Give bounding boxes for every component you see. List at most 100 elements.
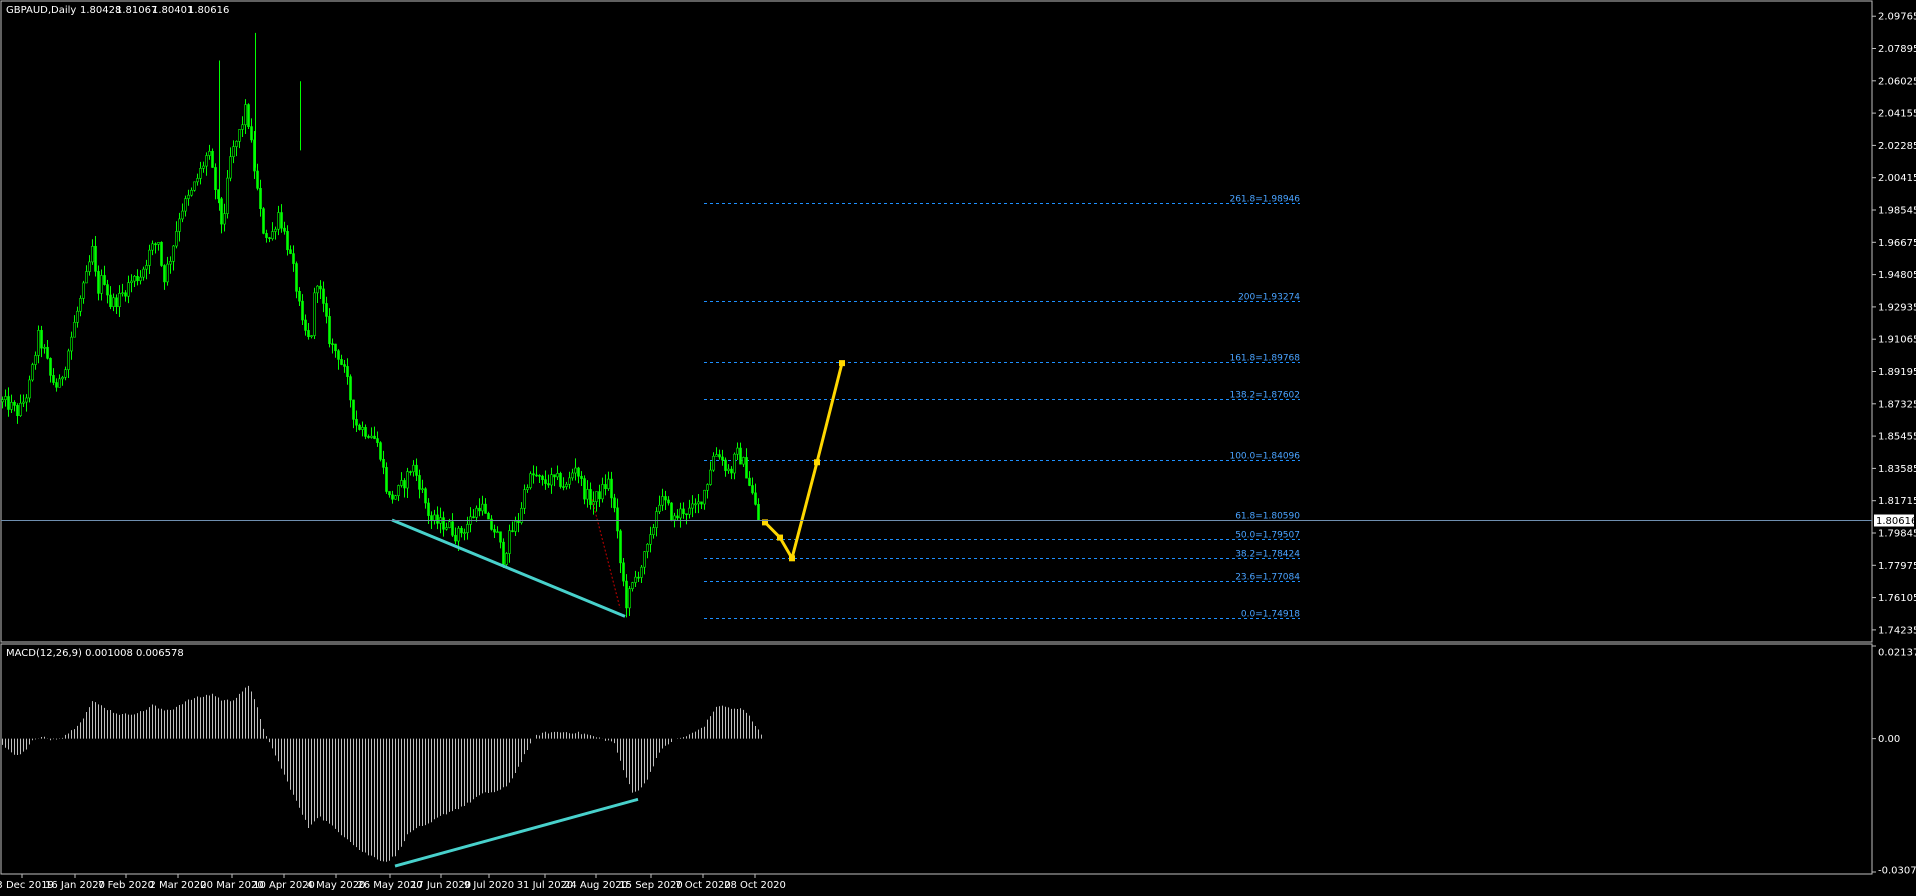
candle-body [76,310,79,323]
projection-point [814,459,820,466]
candle-body [580,475,583,479]
candle-body [274,228,277,232]
candle-body [19,402,22,416]
candle-body [139,276,142,282]
candle-body [706,484,709,491]
candle-body [559,473,562,487]
candle-body [751,485,754,494]
candle-body [322,288,325,304]
candle-body [643,551,646,568]
candle-body [247,104,250,127]
candle-body [637,576,640,579]
candle-body [610,478,613,499]
candle-body [496,531,499,534]
candle-body [268,237,271,240]
candle-body [463,532,466,534]
candle-body [319,285,322,290]
candle-body [721,456,724,461]
candle-body [22,401,25,404]
candle-body [88,261,91,272]
candle-body [34,355,37,365]
price-tick-label: 1.77975 [1878,561,1916,572]
candle-body [568,477,571,485]
candle-body [472,516,475,519]
candle-body [373,435,376,439]
candle-body [370,435,373,438]
candle-body [265,233,268,238]
candle-body [13,401,16,406]
candle-body [229,156,232,179]
candle-body [37,330,40,356]
candle-body [709,469,712,485]
candle-body [184,198,187,212]
candle-body [595,491,598,502]
price-tick-label: 1.74235 [1878,625,1916,636]
candle-body [109,294,112,307]
candle-body [670,502,673,521]
candle-body [748,477,751,486]
candle-body [403,480,406,489]
candle-body [175,231,178,247]
candle-body [619,530,622,564]
price-tick-label: 1.87325 [1878,399,1916,410]
projection-point [777,534,783,541]
candle-body [589,489,592,505]
candle-body [283,227,286,232]
candle-body [349,376,352,401]
price-tick-label: 2.07895 [1878,44,1916,55]
candle-body [484,503,487,514]
candle-body [421,488,424,491]
candle-body [346,366,349,377]
candle-body [661,496,664,506]
price-tick-label: 2.06025 [1878,76,1916,87]
candle-body [499,531,502,543]
macd-title: MACD(12,26,9) 0.001008 0.006578 [6,648,184,659]
candle-body [220,198,223,225]
candle-body [40,330,43,349]
candle-body [172,245,175,262]
candle-body [430,515,433,521]
candle-body [379,442,382,460]
candle-body [460,527,463,534]
candle-body [562,486,565,488]
candle-body [298,291,301,302]
candle-body [517,520,520,523]
candle-body [757,504,760,521]
candle-body [607,478,610,490]
candle-body [226,177,229,214]
candle-body [550,474,553,486]
macd-tick-label: 0.021374 [1878,648,1916,659]
price-tick-label: 1.98545 [1878,206,1916,217]
candle-body [688,507,691,515]
candle-body [532,473,535,476]
symbol-title: GBPAUD,Daily [6,5,76,16]
candle-body [193,181,196,191]
price-tick-label: 1.85455 [1878,432,1916,443]
candle-body [658,504,661,512]
candle-body [151,243,154,251]
candle-body [43,346,46,349]
time-tick-label: 2 Mar 2020 [149,880,206,891]
price-tick-label: 1.79845 [1878,528,1916,539]
candle-body [586,489,589,500]
candle-body [70,336,73,352]
candle-body [388,491,391,496]
price-tick-label: 1.83585 [1878,464,1916,475]
candle-body [160,241,163,266]
candle-body [601,484,604,500]
candle-body [694,503,697,506]
candle-body [616,507,619,532]
candle-body [100,275,103,294]
candle-body [286,231,289,251]
candle-body [313,292,316,336]
time-tick-label: 15 Sep 2020 [619,880,682,891]
candle-body [232,146,235,157]
trading-chart[interactable]: 261.8=1.98946 200=1.93274 161.8=1.89768 138… [0,0,1916,896]
candle-body [493,529,496,533]
candle-body [280,212,283,229]
candle-body [130,280,133,283]
candle-body [340,359,343,365]
candle-body [745,457,748,479]
fib-level-label: 200=1.93274 [1238,293,1300,303]
candle-body [445,527,448,530]
